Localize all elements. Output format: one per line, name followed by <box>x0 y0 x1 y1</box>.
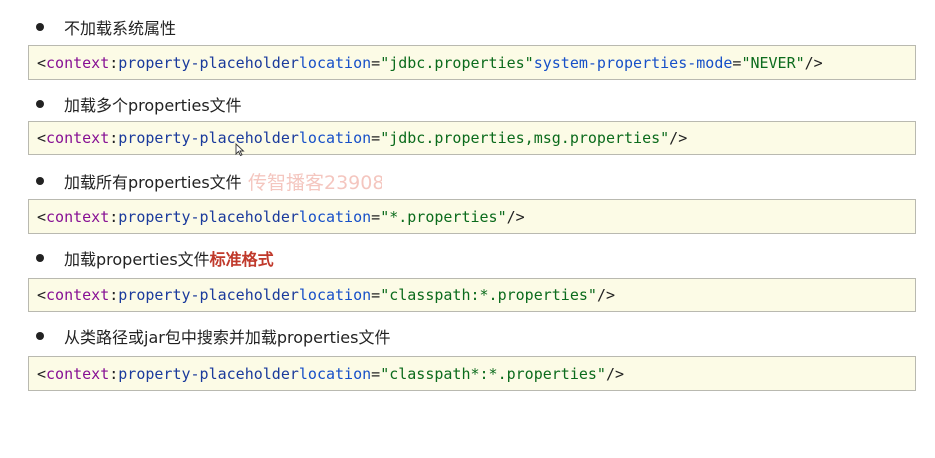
code-block: < context: property-placeholder location = "… <box>28 356 916 391</box>
code-attr-value: "jdbc.properties,msg.properties" <box>380 129 670 147</box>
bullet-item: 加载properties文件 标准格式 <box>36 247 274 269</box>
code-attr-name: system-properties-mode <box>533 53 733 72</box>
bullet-item: 加载多个properties文件 <box>36 93 242 115</box>
code-attr-value: "classpath:*.properties" <box>380 286 597 304</box>
bullet-text: 从类路径或jar包中搜索并加载properties文件 <box>64 328 391 347</box>
code-namespace: context <box>46 53 110 72</box>
bullet-item: 不加载系统属性 <box>36 16 176 38</box>
bullet-text: 不加载系统属性 <box>64 19 177 38</box>
code-block: < context: property-placeholder location = "… <box>28 45 916 80</box>
bullet-icon <box>36 100 44 108</box>
code-namespace: context <box>46 207 110 226</box>
mouse-cursor-icon <box>235 143 245 157</box>
code-attr-value: "classpath*:*.properties" <box>380 364 606 383</box>
code-namespace: context <box>46 286 110 304</box>
code-attr-name: location <box>298 53 372 72</box>
code-tag: property-placeholder <box>118 286 299 304</box>
code-attr-name: location <box>298 286 372 304</box>
bullet-text: 加载所有properties文件 <box>64 173 242 192</box>
code-namespace: context <box>46 364 110 383</box>
bullet-icon <box>36 23 44 31</box>
code-namespace: context <box>46 129 110 147</box>
code-tag: property-placeholder <box>118 364 299 383</box>
bullet-icon <box>36 254 44 262</box>
code-block: < context: property-placeholder location = "… <box>28 121 916 155</box>
bullet-emphasis: 标准格式 <box>209 250 274 269</box>
code-attr-name: location <box>298 364 372 383</box>
code-attr-value: "*.properties" <box>380 207 507 226</box>
watermark: 传智播客23908 <box>248 172 382 194</box>
bullet-item: 加载所有properties文件 <box>36 170 242 192</box>
code-attr-value: "NEVER" <box>741 53 805 72</box>
code-block: < context: property-placeholder location = "… <box>28 278 916 312</box>
code-tag: property-placeholder <box>118 53 299 72</box>
bullet-text: 加载properties文件 <box>64 250 210 269</box>
bullet-icon <box>36 332 44 340</box>
code-attr-value: "jdbc.properties" <box>380 53 534 72</box>
code-tag: property-placeholder <box>118 129 299 147</box>
code-tag: property-placeholder <box>118 207 299 226</box>
code-block: < context: property-placeholder location = "… <box>28 199 916 234</box>
bullet-icon <box>36 177 44 185</box>
code-attr-name: location <box>298 129 372 147</box>
bullet-item: 从类路径或jar包中搜索并加载properties文件 <box>36 325 390 347</box>
bullet-text: 加载多个properties文件 <box>64 96 242 115</box>
code-attr-name: location <box>298 207 372 226</box>
